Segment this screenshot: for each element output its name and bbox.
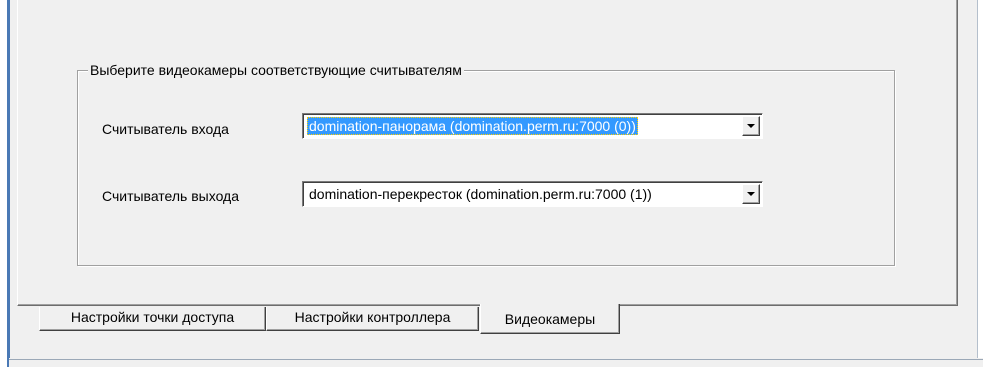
tab-access-point-settings[interactable]: Настройки точки доступа xyxy=(39,307,266,331)
tab-controller-settings[interactable]: Настройки контроллера xyxy=(266,307,479,331)
entry-reader-dropdown-button[interactable] xyxy=(742,116,760,136)
camera-reader-groupbox xyxy=(77,70,895,266)
exit-reader-combobox[interactable]: domination-перекресток (domination.perm.… xyxy=(302,181,763,207)
exit-reader-dropdown-button[interactable] xyxy=(742,184,760,204)
chevron-down-icon xyxy=(747,192,755,196)
chevron-down-icon xyxy=(747,124,755,128)
groupbox-legend: Выберите видеокамеры соответствующие счи… xyxy=(88,62,464,79)
entry-reader-selected-value[interactable]: domination-панорама (domination.perm.ru:… xyxy=(307,117,638,135)
tab-video-cameras[interactable]: Видеокамеры xyxy=(480,304,620,334)
dialog-window: Выберите видеокамеры соответствующие счи… xyxy=(0,0,983,367)
exit-reader-label: Считыватель выхода xyxy=(102,188,240,204)
window-left-border xyxy=(0,0,10,367)
window-right-border xyxy=(977,0,983,360)
entry-reader-label: Считыватель входа xyxy=(102,121,229,137)
exit-reader-selected-value[interactable]: domination-перекресток (domination.perm.… xyxy=(307,185,654,203)
window-bottom-border xyxy=(9,358,983,367)
entry-reader-combobox[interactable]: domination-панорама (domination.perm.ru:… xyxy=(302,113,763,139)
